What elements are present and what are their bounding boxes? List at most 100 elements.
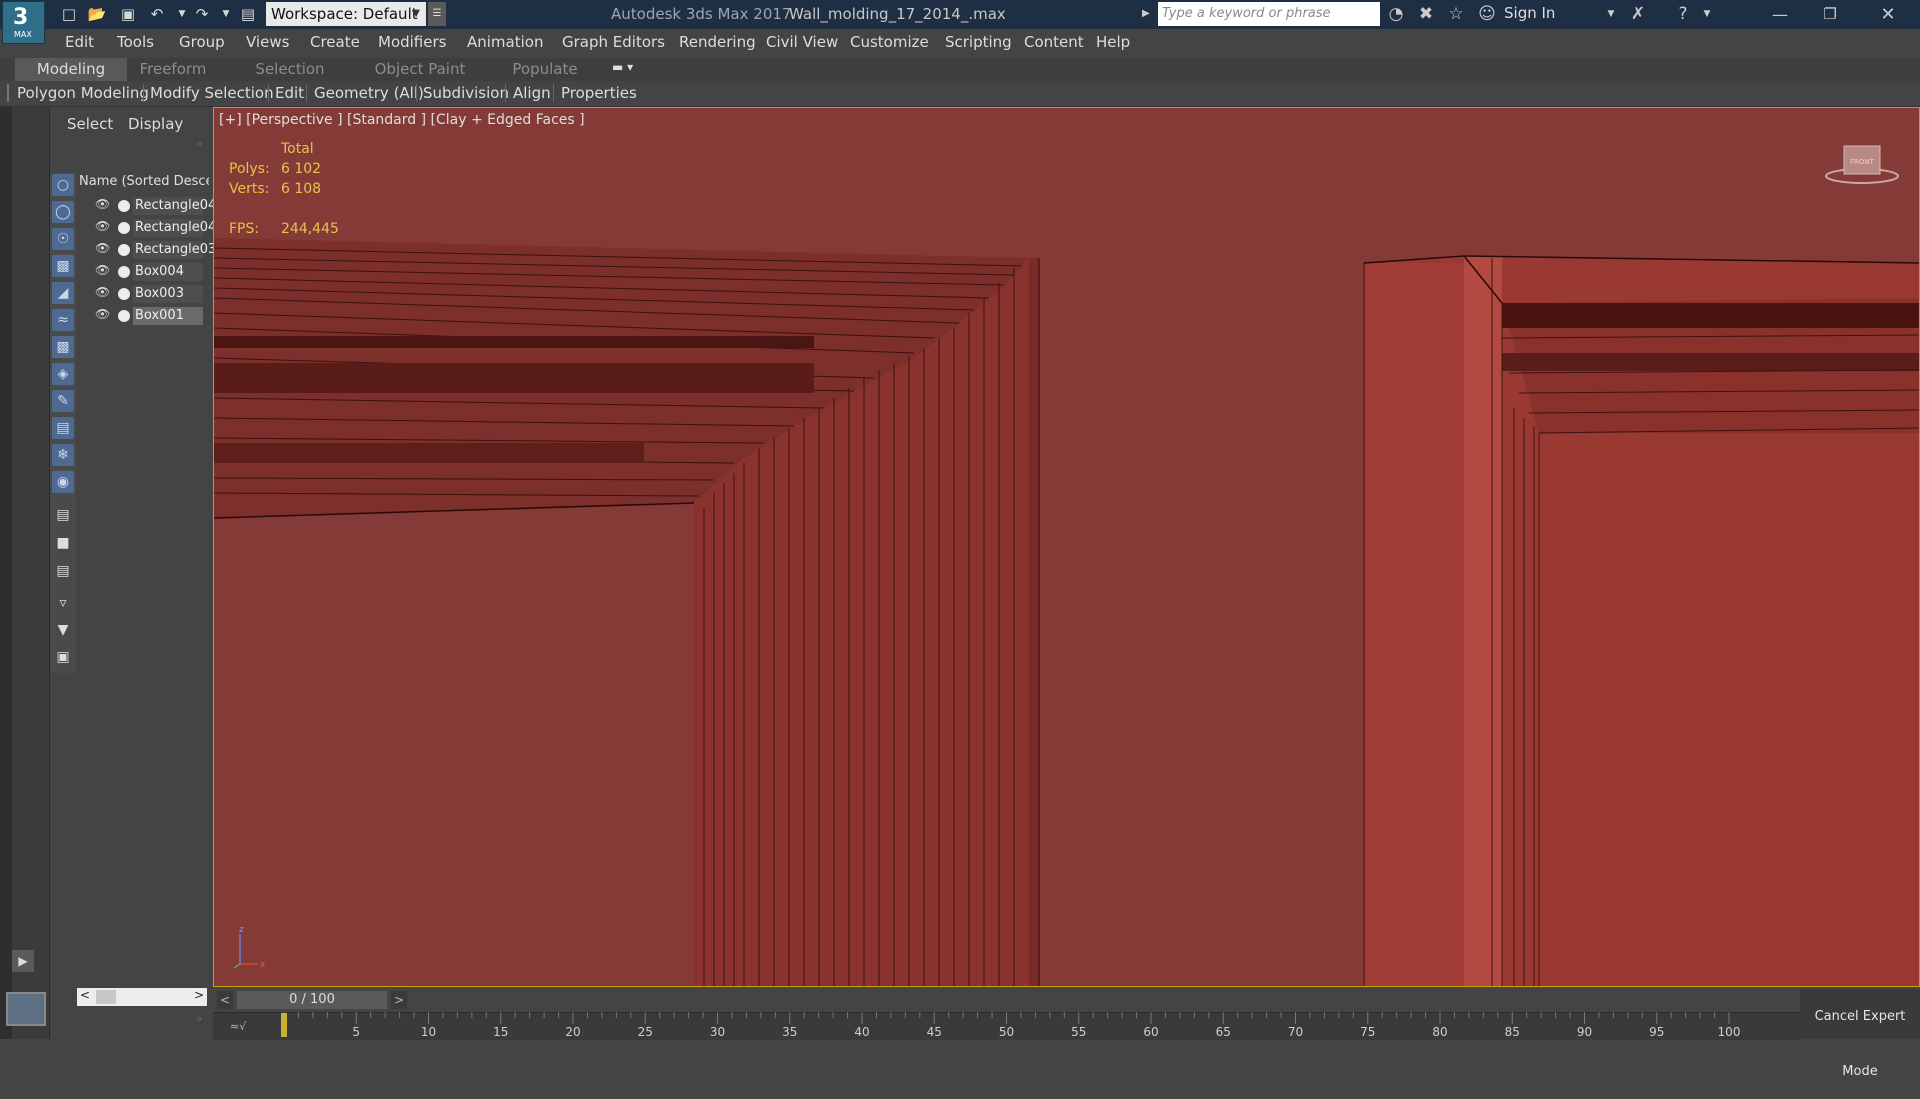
tab-populate[interactable]: Populate [500, 58, 590, 81]
menu-scripting[interactable]: Scripting [945, 33, 1012, 51]
open-file-icon[interactable]: 📂 [87, 4, 107, 24]
time-slider-thumb[interactable]: 0 / 100 [237, 991, 387, 1009]
menu-tools[interactable]: Tools [117, 33, 154, 51]
save-icon[interactable]: ▣ [118, 4, 138, 24]
chevron-left-icon[interactable]: < [80, 988, 90, 1002]
play-icon[interactable]: ▶ [12, 950, 34, 972]
visibility-icon[interactable]: ◉ [52, 471, 74, 493]
ribbon-edit[interactable]: Edit [275, 84, 304, 102]
current-frame-marker[interactable] [281, 1013, 287, 1037]
prev-frame-button[interactable]: < [217, 991, 233, 1009]
perspective-viewport[interactable] [213, 107, 1920, 987]
explorer-tab-select[interactable]: Select [67, 115, 113, 133]
redo-icon[interactable]: ↷ [192, 4, 212, 24]
new-file-icon[interactable]: □ [59, 4, 79, 24]
ribbon-modify-selection[interactable]: Modify Selection [150, 84, 274, 102]
menu-content[interactable]: Content [1024, 33, 1084, 51]
menu-help[interactable]: Help [1096, 33, 1130, 51]
double-chevron-icon[interactable]: » [196, 1012, 203, 1025]
mini-listener-box[interactable] [6, 992, 46, 1026]
eye-icon[interactable]: 👁 [95, 241, 110, 255]
list-item[interactable]: 👁 Rectangle03 [95, 241, 216, 259]
funnel-icon[interactable]: ▼ [52, 619, 74, 641]
layer-icon[interactable]: ▤ [52, 504, 74, 526]
list-item[interactable]: 👁 Rectangle04 [95, 219, 216, 237]
cameras-icon[interactable]: ▩ [52, 255, 74, 277]
app-logo-button[interactable]: 3 MAX [2, 1, 45, 44]
menu-create[interactable]: Create [310, 33, 360, 51]
menu-animation[interactable]: Animation [467, 33, 543, 51]
project-folder-icon[interactable]: ▤ [238, 4, 258, 24]
hierarchy-icon[interactable]: ◈ [52, 363, 74, 385]
workspace-dropdown[interactable]: Workspace: Default ▼ [266, 2, 426, 26]
bracket-icon[interactable]: ▣ [52, 646, 74, 668]
menu-civil-view[interactable]: Civil View [766, 33, 838, 51]
menu-customize[interactable]: Customize [850, 33, 929, 51]
cancel-expert-mode-button[interactable]: Cancel Expert Mode [1800, 989, 1920, 1079]
eye-icon[interactable]: 👁 [95, 307, 110, 321]
utilities-icon[interactable]: ▤ [52, 417, 74, 439]
workspace-menu-icon[interactable]: ☰ [428, 2, 446, 26]
double-chevron-icon[interactable]: » [196, 137, 203, 150]
ribbon-align[interactable]: Align [513, 84, 551, 102]
lights-icon[interactable]: ☉ [52, 228, 74, 250]
ribbon-properties[interactable]: Properties [561, 84, 637, 102]
redo-dropdown-icon[interactable]: ▼ [216, 4, 236, 24]
display-icon[interactable]: ❄ [52, 444, 74, 466]
ribbon-polygon-modeling[interactable]: Polygon Modeling [17, 84, 149, 102]
help-icon[interactable]: ? [1672, 3, 1694, 25]
scrollbar-thumb[interactable] [96, 990, 116, 1004]
ribbon-grip[interactable] [7, 84, 9, 102]
viewcube[interactable]: FRONT [1822, 138, 1902, 188]
container-icon[interactable]: ■ [52, 532, 74, 554]
filter-icon[interactable]: ▿ [52, 592, 74, 614]
list-item[interactable]: 👁 Box004 [95, 263, 209, 281]
user-icon[interactable]: ☺ [1476, 3, 1498, 25]
object-dot-icon[interactable] [118, 288, 130, 300]
minimize-icon[interactable]: — [1755, 0, 1805, 29]
explorer-tab-display[interactable]: Display [128, 115, 183, 133]
binoculars-icon[interactable]: ◔ [1385, 3, 1407, 25]
eye-icon[interactable]: 👁 [95, 285, 110, 299]
close-icon[interactable]: ✕ [1863, 0, 1913, 29]
object-dot-icon[interactable] [118, 222, 130, 234]
menu-edit[interactable]: Edit [65, 33, 94, 51]
motion-icon[interactable]: ✎ [52, 390, 74, 412]
satellite-icon[interactable]: ✖ [1415, 3, 1437, 25]
object-dot-icon[interactable] [118, 200, 130, 212]
spacewarps-icon[interactable]: ≈ [52, 309, 74, 331]
ribbon-subdivision[interactable]: Subdivision [423, 84, 509, 102]
sign-in-link[interactable]: Sign In [1504, 4, 1555, 22]
object-dot-icon[interactable] [118, 266, 130, 278]
undo-dropdown-icon[interactable]: ▼ [172, 4, 192, 24]
helpers-icon[interactable]: ◢ [52, 282, 74, 304]
chevron-right-icon[interactable]: > [194, 988, 204, 1002]
systems-icon[interactable]: ▩ [52, 336, 74, 358]
undo-icon[interactable]: ↶ [147, 4, 167, 24]
tab-object-paint[interactable]: Object Paint [365, 58, 475, 81]
search-expand-icon[interactable]: ▶ [1142, 4, 1152, 24]
ribbon-options-icon[interactable]: ▬ ▾ [612, 60, 633, 74]
search-input[interactable]: Type a keyword or phrase [1158, 2, 1380, 26]
menu-graph-editors[interactable]: Graph Editors [562, 33, 665, 51]
eye-icon[interactable]: 👁 [95, 219, 110, 233]
ribbon-geometry-all[interactable]: Geometry (All) [314, 84, 424, 102]
tab-modeling[interactable]: Modeling [15, 58, 127, 81]
explorer-scrollbar[interactable]: < > [77, 988, 207, 1006]
eye-icon[interactable]: 👁 [95, 197, 110, 211]
menu-views[interactable]: Views [246, 33, 289, 51]
list-item[interactable]: 👁 Rectangle04 [95, 197, 216, 215]
restore-icon[interactable]: ❐ [1805, 0, 1855, 29]
help-dropdown-icon[interactable]: ▼ [1696, 3, 1718, 25]
list-item[interactable]: 👁 Box003 [95, 285, 209, 303]
list-item[interactable]: 👁 Box001 [95, 307, 209, 325]
tab-selection[interactable]: Selection [240, 58, 340, 81]
next-frame-button[interactable]: > [391, 991, 407, 1009]
chevron-down-icon[interactable]: ▼ [1600, 3, 1622, 25]
column-header-name[interactable]: Name (Sorted Descending) [79, 174, 209, 192]
star-icon[interactable]: ☆ [1445, 3, 1467, 25]
object-dot-icon[interactable] [118, 310, 130, 322]
exchange-icon[interactable]: ✗ [1627, 3, 1649, 25]
tab-freeform[interactable]: Freeform [128, 58, 218, 81]
viewport-label[interactable]: [+] [Perspective ] [Standard ] [Clay + E… [219, 112, 585, 128]
